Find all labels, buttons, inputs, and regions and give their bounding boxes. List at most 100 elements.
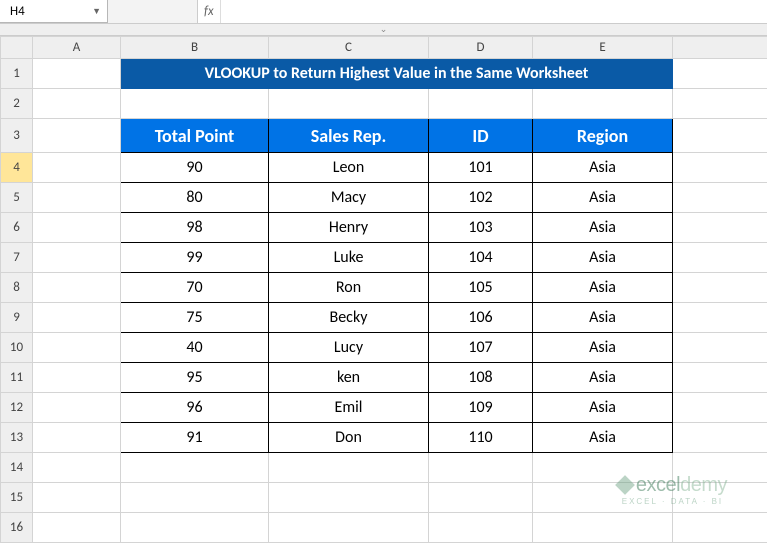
cell-total-point[interactable]: 91 — [121, 423, 269, 453]
cell[interactable] — [533, 513, 673, 543]
table-header-region[interactable]: Region — [533, 119, 673, 153]
cell[interactable] — [269, 89, 429, 119]
row-header[interactable]: 15 — [1, 483, 33, 513]
row-header[interactable]: 9 — [1, 303, 33, 333]
cell-region[interactable]: Asia — [533, 243, 673, 273]
cell[interactable] — [33, 183, 121, 213]
cell[interactable] — [673, 153, 767, 183]
row-header[interactable]: 8 — [1, 273, 33, 303]
cell[interactable] — [673, 273, 767, 303]
cell[interactable] — [121, 483, 269, 513]
cell[interactable] — [673, 119, 767, 153]
cell[interactable] — [673, 243, 767, 273]
table-header-total-point[interactable]: Total Point — [121, 119, 269, 153]
cell-region[interactable]: Asia — [533, 303, 673, 333]
cell-total-point[interactable]: 90 — [121, 153, 269, 183]
cell-total-point[interactable]: 80 — [121, 183, 269, 213]
cell[interactable] — [673, 423, 767, 453]
cell-sales-rep[interactable]: Leon — [269, 153, 429, 183]
cell-region[interactable]: Asia — [533, 393, 673, 423]
cell[interactable] — [121, 89, 269, 119]
cell[interactable] — [33, 273, 121, 303]
select-all-corner[interactable] — [1, 37, 33, 59]
title-cell[interactable]: VLOOKUP to Return Highest Value in the S… — [121, 59, 673, 89]
row-header[interactable]: 10 — [1, 333, 33, 363]
cell-id[interactable]: 109 — [429, 393, 533, 423]
row-header[interactable]: 2 — [1, 89, 33, 119]
cell[interactable] — [673, 363, 767, 393]
cell-sales-rep[interactable]: Lucy — [269, 333, 429, 363]
col-header-F[interactable] — [673, 37, 767, 59]
cell[interactable] — [673, 59, 767, 89]
cell-id[interactable]: 105 — [429, 273, 533, 303]
cell-region[interactable]: Asia — [533, 153, 673, 183]
cell-total-point[interactable]: 75 — [121, 303, 269, 333]
formula-input[interactable] — [221, 0, 767, 23]
cell-total-point[interactable]: 40 — [121, 333, 269, 363]
fx-label[interactable]: fx — [198, 0, 221, 23]
cell-region[interactable]: Asia — [533, 273, 673, 303]
cell[interactable] — [429, 453, 533, 483]
cell-sales-rep[interactable]: Emil — [269, 393, 429, 423]
cell-id[interactable]: 107 — [429, 333, 533, 363]
cell[interactable] — [33, 393, 121, 423]
col-header-C[interactable]: C — [269, 37, 429, 59]
cell-id[interactable]: 110 — [429, 423, 533, 453]
cell-id[interactable]: 103 — [429, 213, 533, 243]
cell-region[interactable]: Asia — [533, 183, 673, 213]
cell-total-point[interactable]: 96 — [121, 393, 269, 423]
col-header-D[interactable]: D — [429, 37, 533, 59]
cell-total-point[interactable]: 99 — [121, 243, 269, 273]
cell-sales-rep[interactable]: ken — [269, 363, 429, 393]
row-header[interactable]: 5 — [1, 183, 33, 213]
chevron-down-icon[interactable]: ▼ — [92, 6, 101, 17]
cell-region[interactable]: Asia — [533, 333, 673, 363]
cell-id[interactable]: 101 — [429, 153, 533, 183]
cell[interactable] — [33, 483, 121, 513]
cell[interactable] — [33, 333, 121, 363]
cell-id[interactable]: 104 — [429, 243, 533, 273]
cell-id[interactable]: 108 — [429, 363, 533, 393]
cell[interactable] — [33, 153, 121, 183]
cell[interactable] — [33, 363, 121, 393]
cell-region[interactable]: Asia — [533, 213, 673, 243]
cell[interactable] — [269, 453, 429, 483]
cell-sales-rep[interactable]: Becky — [269, 303, 429, 333]
cell[interactable] — [429, 89, 533, 119]
cell[interactable] — [33, 423, 121, 453]
cell-sales-rep[interactable]: Macy — [269, 183, 429, 213]
cell[interactable] — [33, 303, 121, 333]
cell[interactable] — [33, 119, 121, 153]
row-header[interactable]: 4 — [1, 153, 33, 183]
cell[interactable] — [33, 513, 121, 543]
cell[interactable] — [33, 453, 121, 483]
cell[interactable] — [121, 453, 269, 483]
col-header-A[interactable]: A — [33, 37, 121, 59]
table-header-id[interactable]: ID — [429, 119, 533, 153]
name-box[interactable]: H4 ▼ — [0, 0, 108, 23]
cell[interactable] — [673, 213, 767, 243]
row-header[interactable]: 11 — [1, 363, 33, 393]
cell-total-point[interactable]: 98 — [121, 213, 269, 243]
cell[interactable] — [673, 183, 767, 213]
row-header[interactable]: 7 — [1, 243, 33, 273]
cell[interactable] — [533, 89, 673, 119]
cell[interactable] — [121, 513, 269, 543]
cell[interactable] — [33, 89, 121, 119]
cell-region[interactable]: Asia — [533, 423, 673, 453]
cell[interactable] — [673, 89, 767, 119]
row-header[interactable]: 14 — [1, 453, 33, 483]
cell[interactable] — [33, 243, 121, 273]
cell[interactable] — [33, 59, 121, 89]
cell[interactable] — [673, 393, 767, 423]
row-header[interactable]: 13 — [1, 423, 33, 453]
worksheet-grid[interactable]: A B C D E 1 VLOOKUP to Return Highest Va… — [0, 36, 767, 543]
cell-region[interactable]: Asia — [533, 363, 673, 393]
cell-total-point[interactable]: 95 — [121, 363, 269, 393]
cell[interactable] — [673, 513, 767, 543]
row-header[interactable]: 16 — [1, 513, 33, 543]
cell[interactable] — [33, 213, 121, 243]
cell-sales-rep[interactable]: Henry — [269, 213, 429, 243]
row-header[interactable]: 1 — [1, 59, 33, 89]
cell-sales-rep[interactable]: Luke — [269, 243, 429, 273]
